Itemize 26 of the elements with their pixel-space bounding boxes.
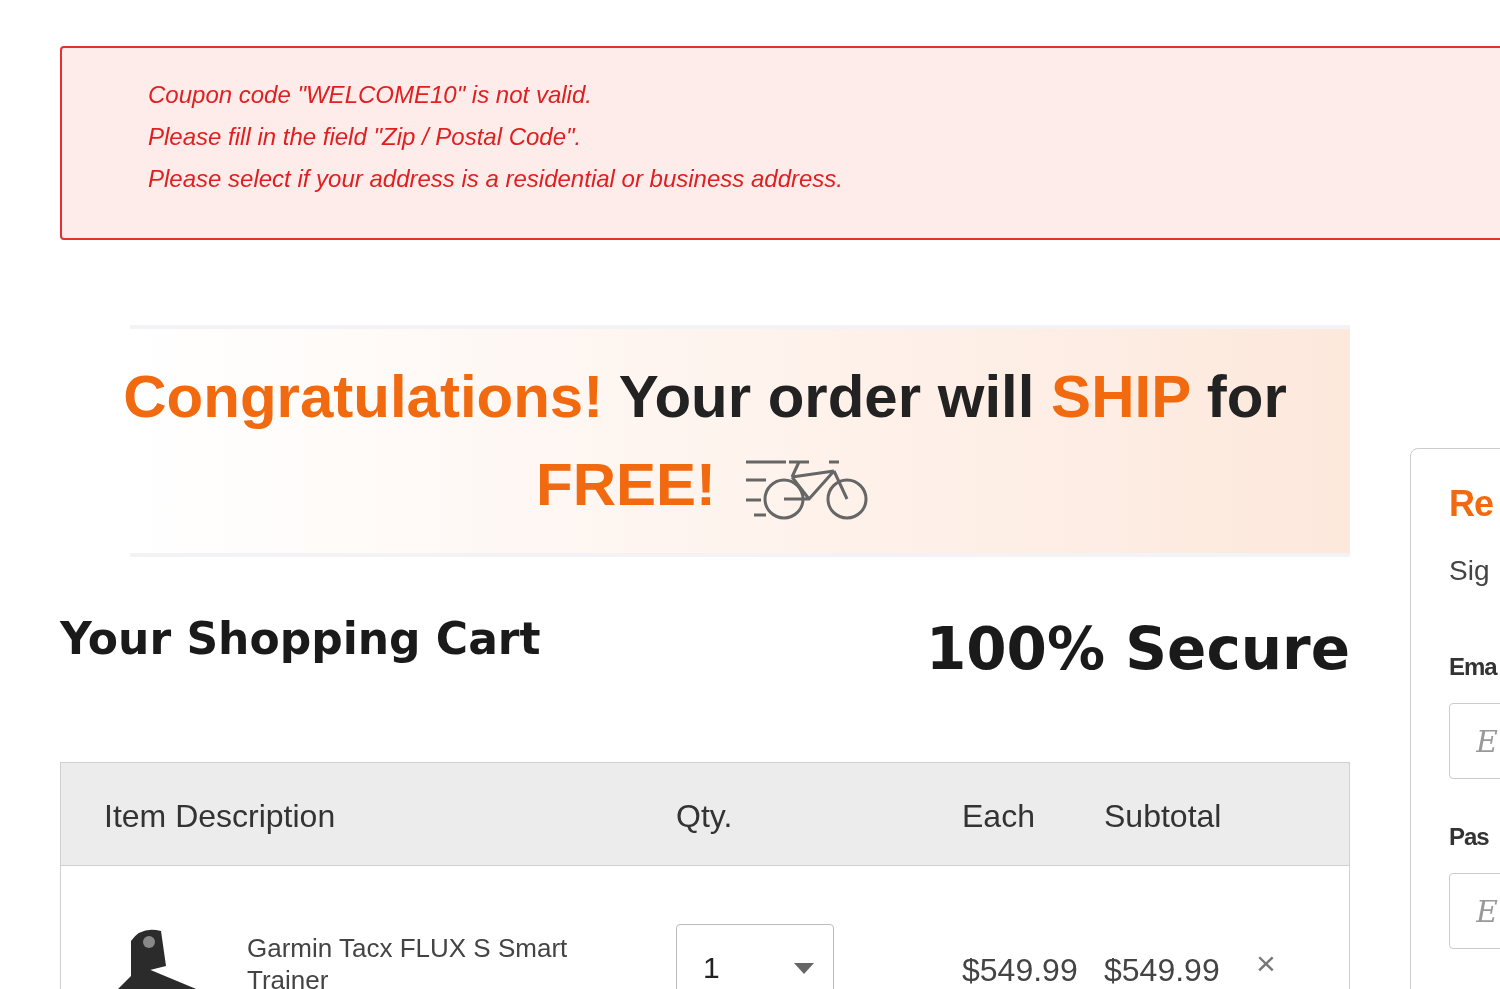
banner-text: Your order will — [618, 363, 1035, 430]
subtotal: $549.99 — [1104, 951, 1220, 989]
caret-icon — [794, 963, 814, 974]
input-field[interactable]: E — [1449, 873, 1500, 949]
field-label: Pas — [1449, 822, 1489, 852]
panel-subtitle: Sig — [1449, 554, 1490, 588]
panel-title: Re — [1449, 482, 1494, 526]
price: $549.99 — [962, 951, 1078, 989]
column-header: Qty. — [676, 797, 733, 836]
column-header: Item Description — [104, 797, 336, 836]
field-label: Ema — [1449, 652, 1497, 682]
banner-text: for — [1206, 363, 1287, 430]
error-message: Please fill in the field "Zip / Postal Code". — [148, 122, 583, 152]
banner-text: FREE! — [536, 451, 716, 518]
secure-label: 100% Secure — [925, 614, 1350, 685]
error-message: Please select if your address is a residential or business address. — [148, 164, 844, 194]
banner-text: SHIP — [1051, 363, 1191, 430]
cart-title: Your Shopping Cart — [60, 612, 541, 666]
banner-text: Congratulations! — [123, 363, 604, 430]
input-field[interactable]: E — [1449, 703, 1500, 779]
column-header: Each — [962, 797, 1035, 836]
quantity-dropdown[interactable]: 1 — [676, 924, 834, 989]
remove-button[interactable]: × — [1256, 938, 1276, 989]
product-name: Garmin Tacx FLUX S Smart Trainer — [247, 932, 569, 989]
column-header: Subtotal — [1104, 797, 1222, 836]
error-message: Coupon code "WELCOME10" is not valid. — [148, 80, 593, 110]
